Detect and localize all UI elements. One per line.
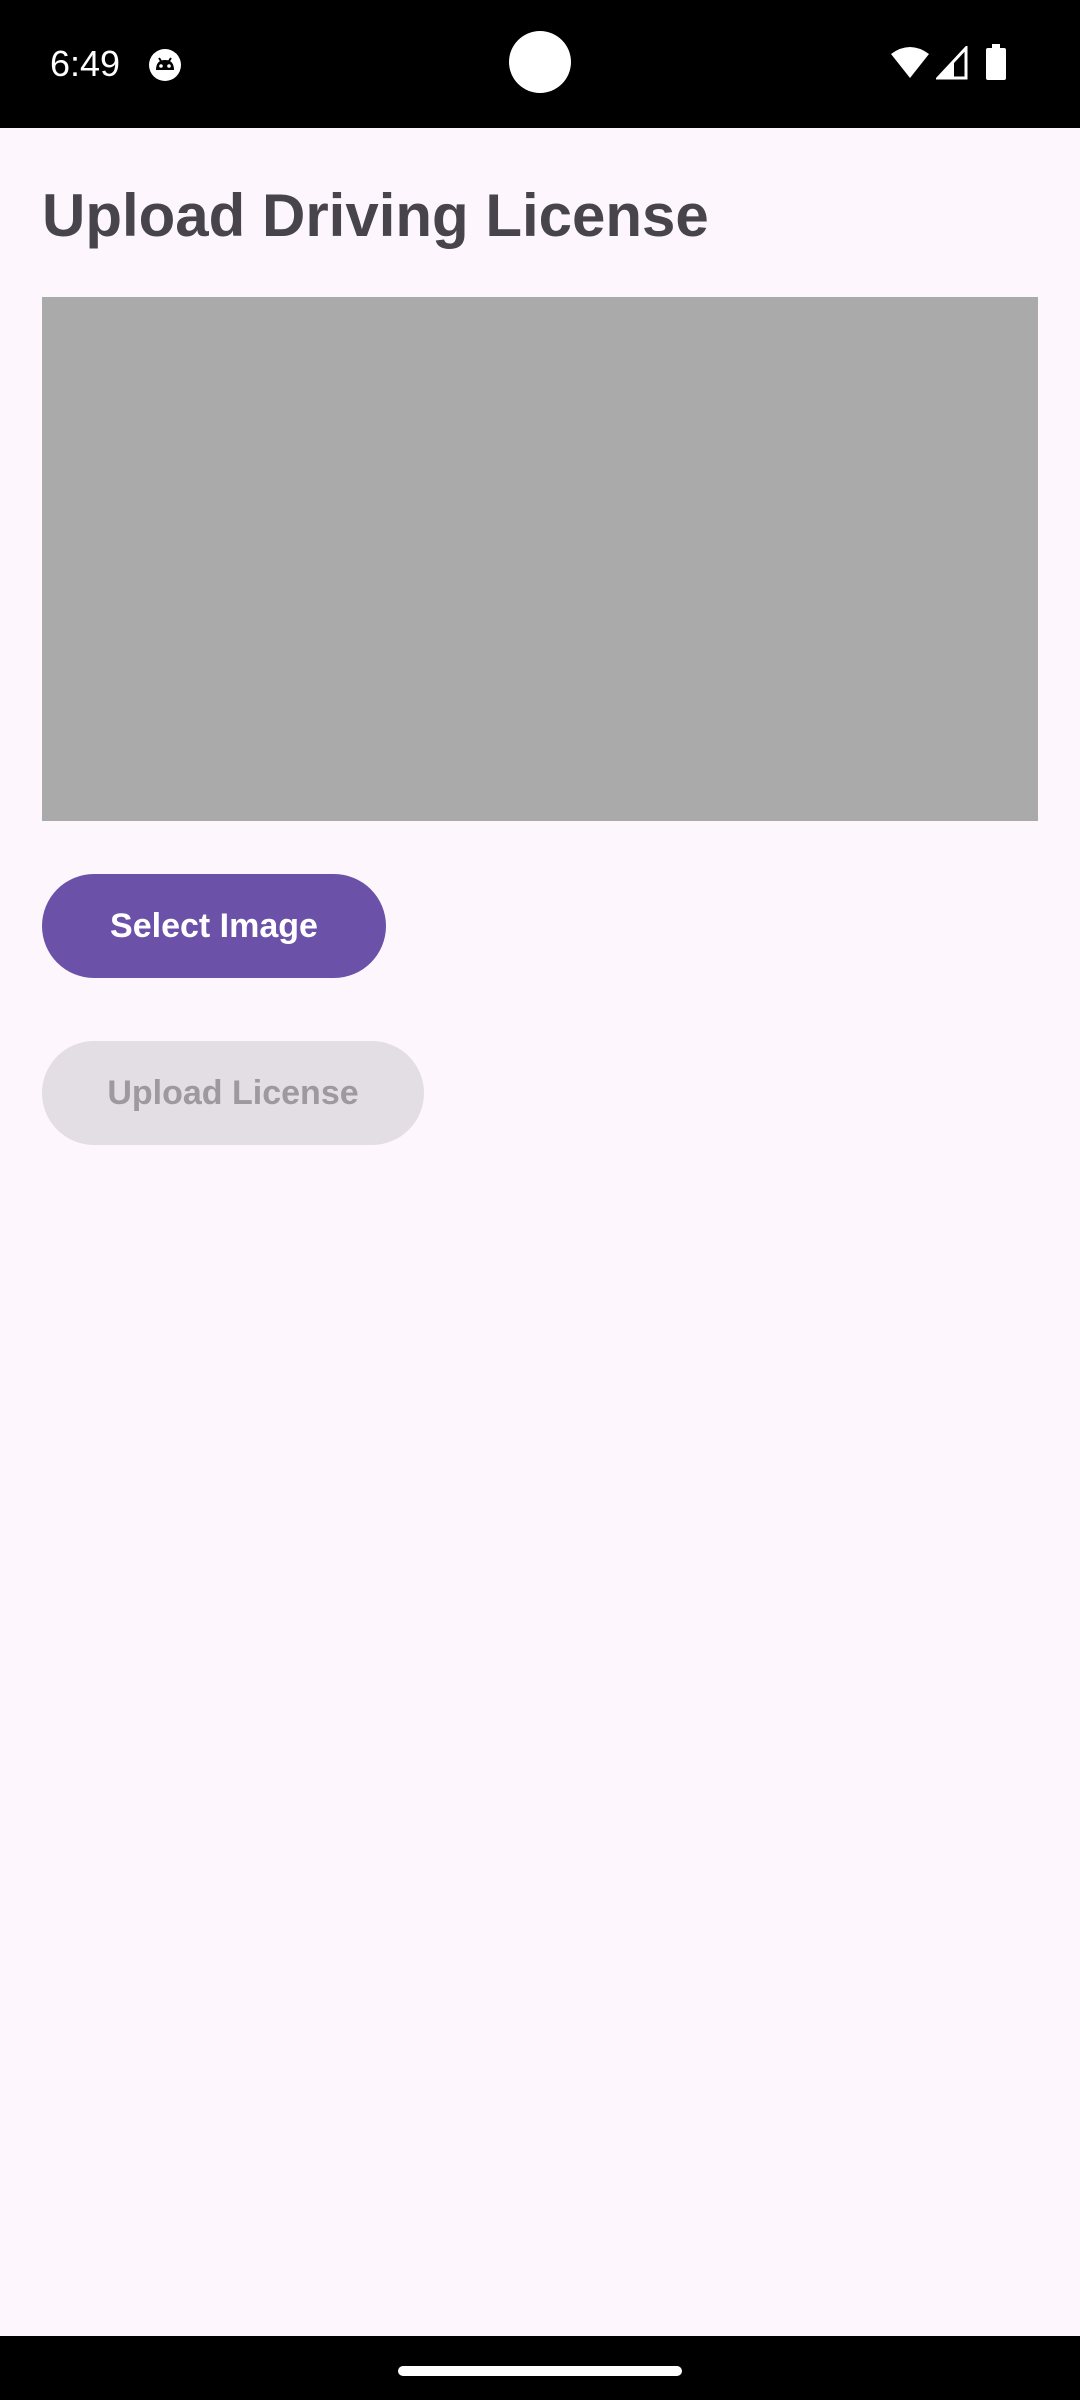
status-time: 6:49 — [50, 43, 121, 84]
license-image-preview — [42, 297, 1038, 821]
upload-license-button[interactable]: Upload License — [42, 1041, 424, 1145]
camera-cutout — [509, 31, 571, 93]
battery-icon — [986, 44, 1006, 80]
page-title: Upload Driving License — [42, 182, 709, 249]
navigation-bar — [0, 2336, 1080, 2400]
android-robot-icon — [148, 48, 182, 82]
select-image-button[interactable]: Select Image — [42, 874, 386, 978]
app-content: Upload Driving License Select Image Uplo… — [0, 128, 1080, 2336]
home-gesture-handle[interactable] — [398, 2366, 682, 2376]
phone-screen: 6:49 Upload Driving License Select Image… — [0, 0, 1080, 2400]
cellular-signal-icon — [934, 44, 968, 80]
status-bar: 6:49 — [0, 0, 1080, 128]
wifi-icon — [890, 46, 930, 80]
